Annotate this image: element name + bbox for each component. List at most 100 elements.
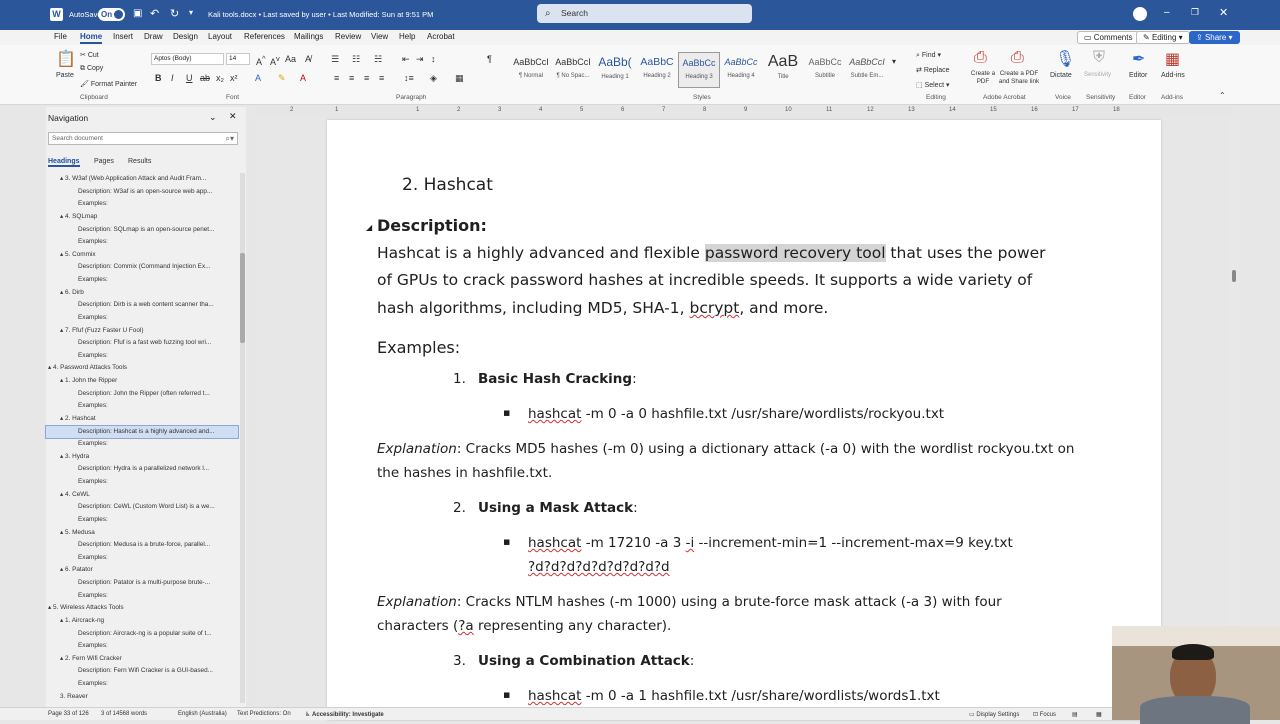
comments-button[interactable]: ▭ Comments [1077, 31, 1140, 44]
line-spacing-icon[interactable]: ↕≡ [404, 73, 414, 83]
clear-format-icon[interactable]: A̸ [305, 54, 311, 64]
align-right-icon[interactable]: ≡ [364, 73, 369, 83]
nav-heading-item[interactable]: ▴ 5. Commix [46, 249, 238, 262]
paste-icon[interactable]: 📋 [56, 49, 76, 69]
autosave-toggle[interactable]: On [98, 8, 125, 21]
display-settings-button[interactable]: ▭ Display Settings [969, 711, 1019, 718]
example-2-title[interactable]: Using a Mask Attack: [478, 500, 638, 516]
style-no-spacing[interactable]: AaBbCcI ¶ No Spac... [552, 52, 594, 88]
example-3-title[interactable]: Using a Combination Attack: [478, 653, 694, 669]
nav-heading-item[interactable]: Examples: [46, 350, 238, 363]
multilevel-icon[interactable]: ☵ [374, 54, 382, 65]
undo-icon[interactable]: ↶ [150, 7, 159, 20]
nav-heading-item[interactable]: Description: Patator is a multi-purpose … [46, 577, 238, 590]
nav-heading-item[interactable]: Description: SQLmap is an open-source pe… [46, 224, 238, 237]
change-case-icon[interactable]: Aa [285, 54, 296, 64]
find-button[interactable]: ⌕ Find ▾ [916, 51, 941, 60]
create-pdf-icon[interactable]: ⎙ [974, 49, 987, 67]
tab-help[interactable]: Help [399, 32, 415, 41]
nav-close-icon[interactable]: ✕ [229, 111, 237, 122]
tab-layout[interactable]: Layout [208, 32, 232, 41]
nav-heading-item[interactable]: ▴ 2. Hashcat [46, 413, 238, 426]
scrollbar-thumb[interactable] [1232, 270, 1236, 282]
document-title[interactable]: Kali tools.docx • Last saved by user • L… [208, 10, 433, 19]
example-1-explanation-line-1[interactable]: Explanation: Cracks MD5 hashes (-m 0) us… [377, 441, 1074, 457]
tab-draw[interactable]: Draw [144, 32, 163, 41]
nav-heading-item[interactable]: ▴ 4. Password Attacks Tools [46, 362, 238, 375]
nav-heading-item[interactable]: Examples: [46, 514, 238, 527]
example-2-explanation-line-1[interactable]: Explanation: Cracks NTLM hashes (-m 1000… [377, 594, 1002, 610]
example-1-command[interactable]: hashcat -m 0 -a 0 hashfile.txt /usr/shar… [528, 406, 944, 422]
format-painter-button[interactable]: 🖌 Format Painter [80, 80, 137, 88]
nav-heading-item[interactable]: Examples: [46, 438, 238, 451]
paste-button[interactable]: Paste [56, 72, 74, 79]
microphone-icon[interactable]: 🎙 [1055, 49, 1075, 69]
font-size-select[interactable]: 14 [226, 53, 250, 65]
customize-qat-icon[interactable]: ▾ [189, 8, 193, 17]
tab-home[interactable]: Home [80, 32, 103, 44]
justify-icon[interactable]: ≡ [379, 73, 384, 83]
nav-heading-item[interactable]: Description: CeWL (Custom Word List) is … [46, 501, 238, 514]
nav-heading-item[interactable]: Description: John the Ripper (often refe… [46, 388, 238, 401]
tab-insert[interactable]: Insert [113, 32, 133, 41]
example-3-command[interactable]: hashcat -m 0 -a 1 hashfile.txt /usr/shar… [528, 688, 940, 704]
grow-font-icon[interactable]: A^ [256, 54, 266, 67]
description-line-3[interactable]: hash algorithms, including MD5, SHA-1, b… [377, 299, 828, 317]
styles-more-icon[interactable]: ▾ [892, 57, 896, 66]
style-heading-1[interactable]: AaBb(Heading 1 [594, 52, 636, 88]
examples-heading[interactable]: Examples: [377, 338, 460, 357]
description-line-2[interactable]: of GPUs to crack password hashes at incr… [377, 271, 1032, 289]
nav-heading-item[interactable]: Examples: [46, 590, 238, 603]
strikethrough-icon[interactable]: ab [200, 73, 210, 83]
nav-heading-item[interactable]: ▴ 1. Aircrack-ng [46, 615, 238, 628]
addins-icon[interactable]: ▦ [1165, 49, 1180, 69]
nav-heading-item[interactable]: Description: Dirb is a web content scann… [46, 299, 238, 312]
collapse-ribbon-icon[interactable]: ⌃ [1219, 91, 1226, 100]
editor-icon[interactable]: ✒ [1132, 49, 1145, 69]
restore-icon[interactable]: ❐ [1191, 7, 1199, 18]
print-layout-icon[interactable]: ▦ [1096, 711, 1102, 718]
editing-mode-button[interactable]: ✎ Editing ▾ [1136, 31, 1190, 44]
bullets-icon[interactable]: ☰ [331, 54, 339, 65]
collapse-arrow-icon[interactable]: ◢ [366, 223, 372, 232]
app-icon[interactable]: W [50, 8, 63, 21]
example-2-command-line-2[interactable]: ?d?d?d?d?d?d?d?d?d [528, 559, 670, 575]
nav-heading-item[interactable]: Examples: [46, 552, 238, 565]
page-count[interactable]: Page 33 of 126 [48, 711, 89, 717]
increase-indent-icon[interactable]: ⇥ [416, 54, 424, 65]
nav-heading-item[interactable]: Description: W3af is an open-source web … [46, 186, 238, 199]
style-normal[interactable]: AaBbCcI ¶ Normal [510, 52, 552, 88]
text-effects-icon[interactable]: A [255, 73, 261, 83]
nav-tab-headings[interactable]: Headings [48, 158, 80, 167]
sort-icon[interactable]: ↕ [431, 54, 436, 64]
save-icon[interactable]: ▣ [133, 8, 142, 19]
select-button[interactable]: ⬚ Select ▾ [916, 81, 950, 89]
style-subtitle[interactable]: AaBbCc Subtitle [804, 52, 846, 88]
underline-icon[interactable]: U [186, 73, 193, 83]
redo-icon[interactable]: ↻ [170, 7, 179, 20]
show-marks-icon[interactable]: ¶ [487, 54, 492, 64]
superscript-icon[interactable]: x² [230, 73, 238, 83]
description-line-1[interactable]: Hashcat is a highly advanced and flexibl… [377, 244, 1046, 262]
nav-heading-item[interactable]: ▴ 6. Patator [46, 564, 238, 577]
nav-heading-item[interactable]: Examples: [46, 198, 238, 211]
word-count[interactable]: 3 of 14568 words [101, 711, 147, 717]
example-1-explanation-line-2[interactable]: the hashes in hashfile.txt. [377, 465, 552, 481]
nav-tab-results[interactable]: Results [128, 158, 151, 165]
numbering-icon[interactable]: ☷ [352, 54, 360, 65]
nav-heading-item[interactable]: Description: Aircrack-ng is a popular su… [46, 628, 238, 641]
style-heading-4[interactable]: AaBbCc Heading 4 [720, 52, 762, 88]
tab-file[interactable]: File [54, 32, 67, 41]
nav-heading-item[interactable]: Examples: [46, 640, 238, 653]
borders-icon[interactable]: ▦ [455, 73, 464, 84]
document-page[interactable]: 2. Hashcat ◢ Description: Hashcat is a h… [327, 120, 1161, 720]
cut-button[interactable]: ✂ Cut [80, 51, 99, 59]
text-predictions[interactable]: Text Predictions: On [237, 711, 291, 717]
shrink-font-icon[interactable]: Av [270, 54, 280, 67]
read-mode-icon[interactable]: ▤ [1072, 711, 1078, 718]
nav-heading-item[interactable]: ▴ 3. W3af (Web Application Attack and Au… [46, 173, 238, 186]
language-indicator[interactable]: English (Australia) [178, 711, 227, 717]
nav-scrollbar[interactable] [240, 173, 245, 703]
nav-heading-item[interactable]: 3. Reaver [46, 691, 238, 704]
description-heading[interactable]: Description: [377, 216, 487, 235]
